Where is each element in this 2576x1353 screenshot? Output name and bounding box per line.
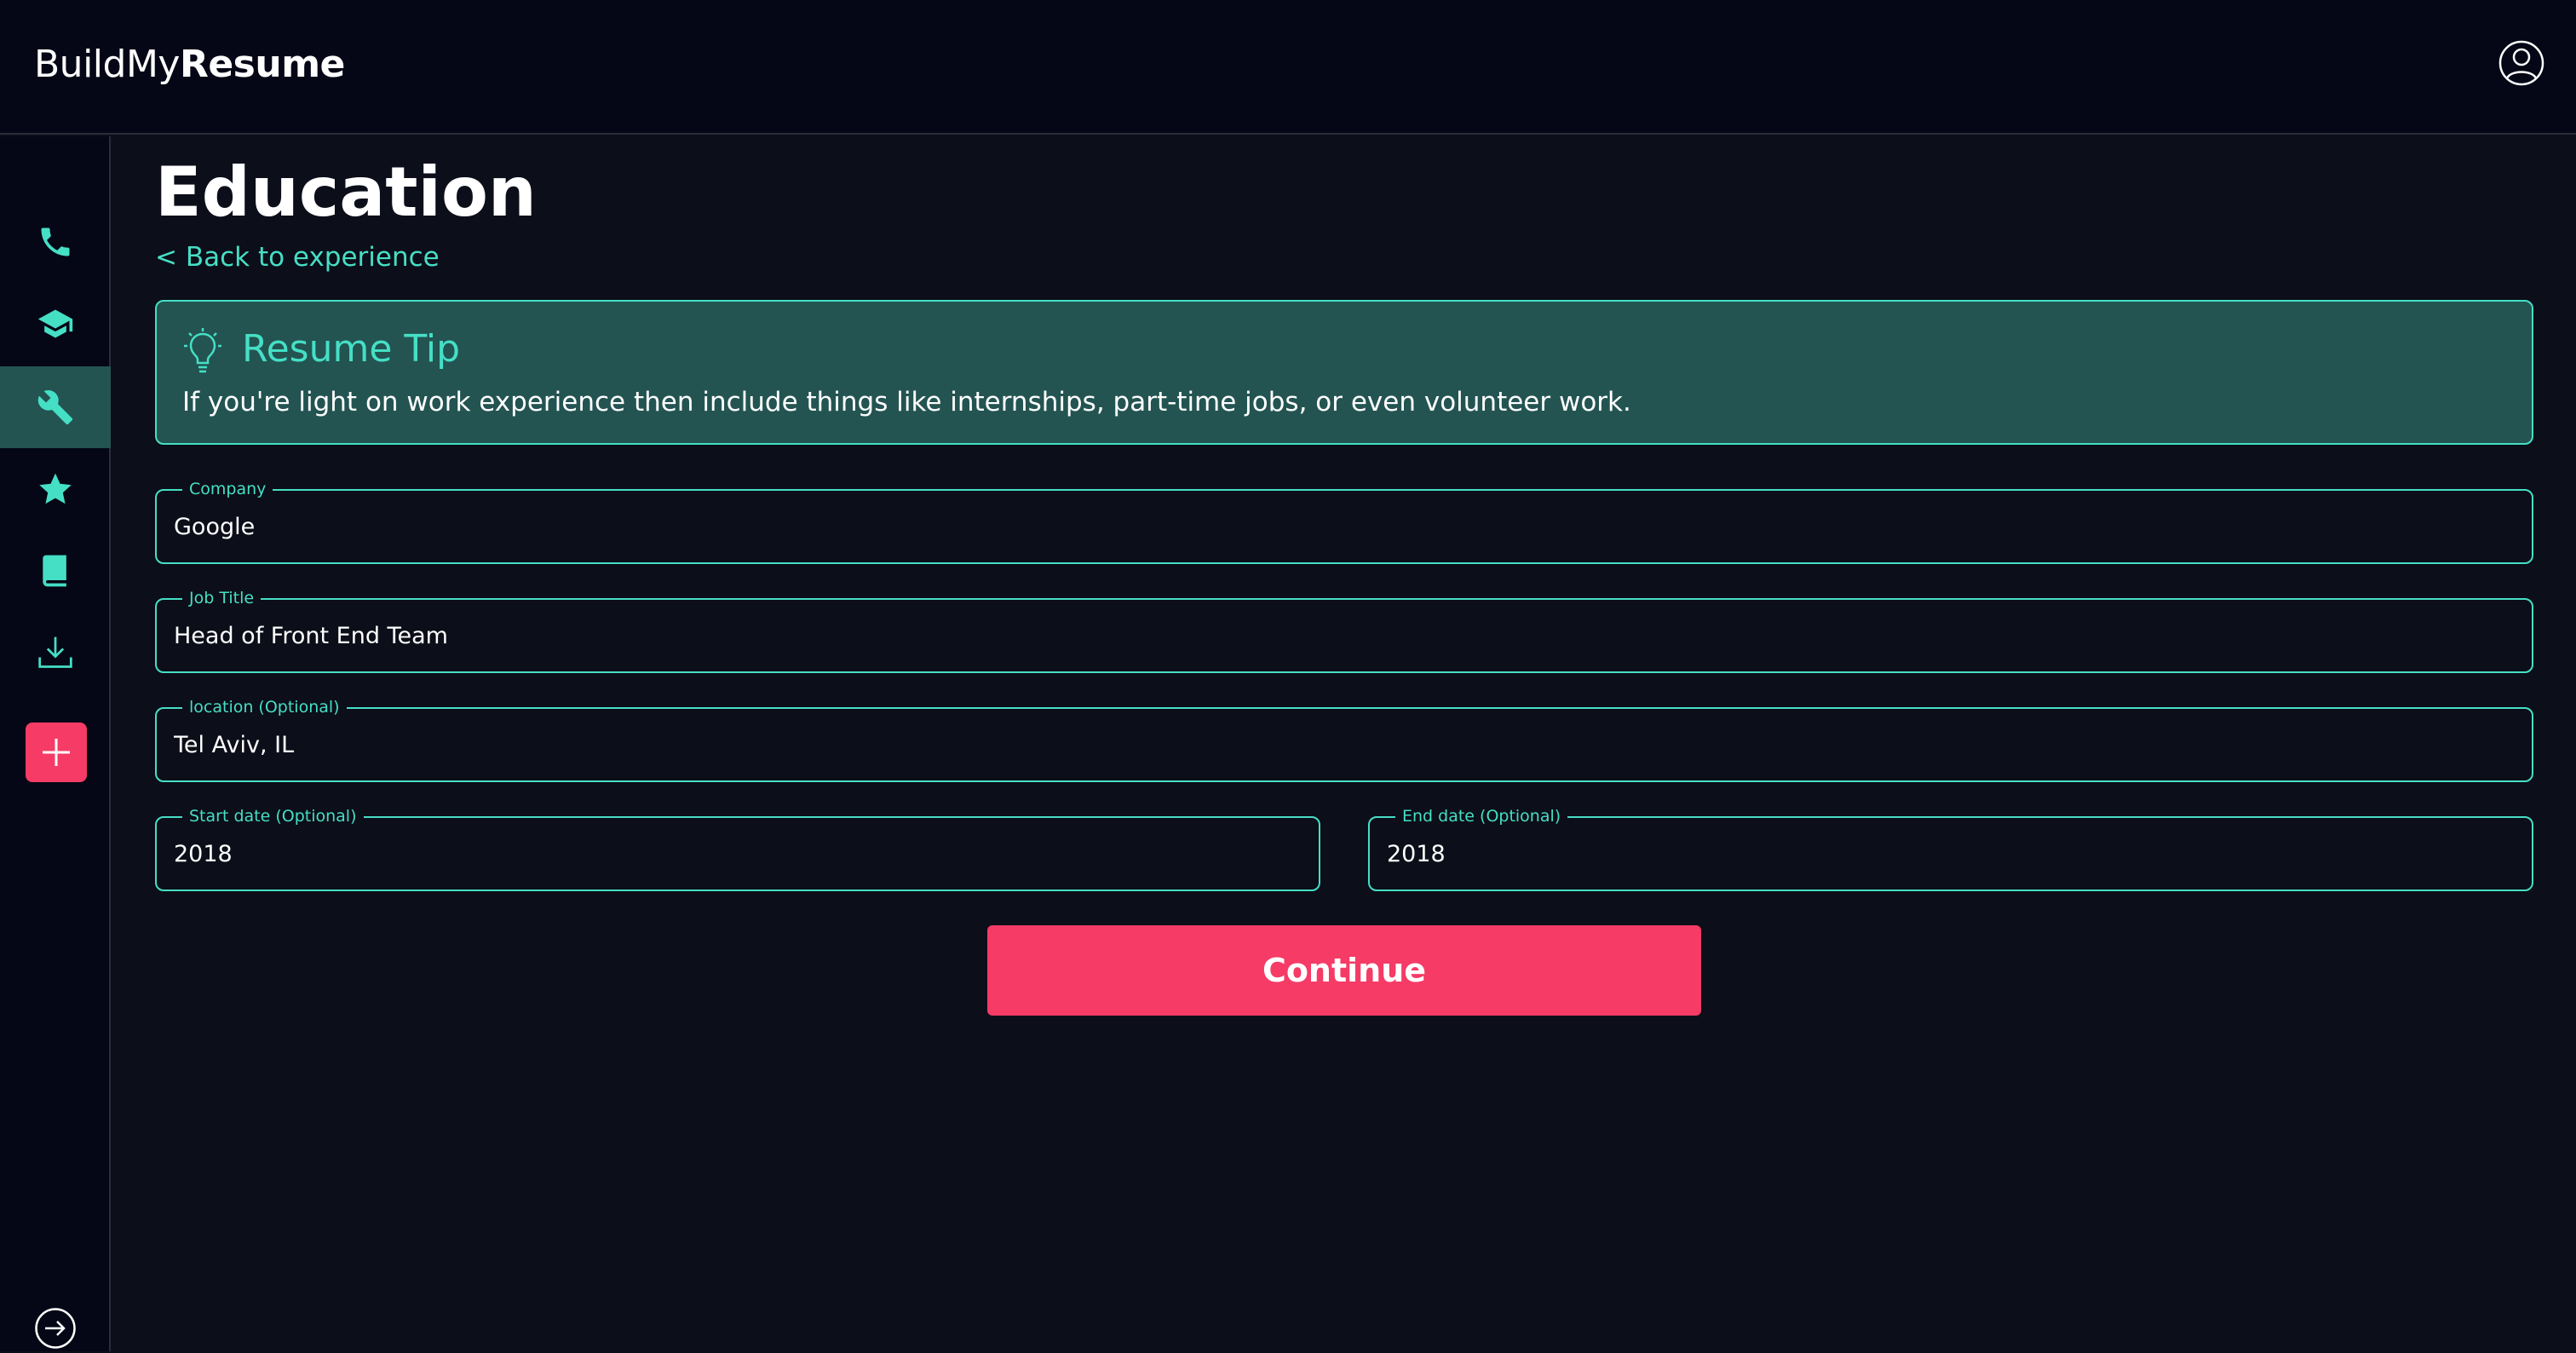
- sidebar-item-summary[interactable]: [0, 530, 111, 612]
- company-input[interactable]: [174, 491, 2515, 562]
- job-title-field: Job Title: [155, 588, 2533, 673]
- sidebar-item-contact[interactable]: [0, 201, 111, 283]
- logout-button[interactable]: [34, 1307, 77, 1350]
- resume-tip-card: Resume Tip If you're light on work exper…: [155, 300, 2533, 445]
- sidebar-item-skills[interactable]: [0, 448, 111, 530]
- app-logo[interactable]: BuildMyResume: [34, 43, 345, 86]
- location-input[interactable]: [174, 709, 2515, 780]
- download-icon: [38, 636, 72, 668]
- graduation-cap-icon: [37, 309, 73, 338]
- sidebar: [0, 136, 111, 1351]
- tip-title: Resume Tip: [242, 327, 461, 371]
- lightbulb-icon: [184, 328, 221, 373]
- job-title-input[interactable]: [174, 600, 2515, 671]
- back-to-experience-link[interactable]: < Back to experience: [155, 242, 440, 273]
- top-header: BuildMyResume: [0, 0, 2576, 135]
- account-button[interactable]: [2498, 39, 2545, 87]
- location-field: location (Optional): [155, 697, 2533, 782]
- start-date-field: Start date (Optional): [155, 806, 1320, 891]
- sidebar-item-education[interactable]: [0, 283, 111, 365]
- continue-button[interactable]: Continue: [987, 925, 1701, 1016]
- logo-text-light: BuildMy: [34, 43, 180, 86]
- wrench-icon: [37, 390, 73, 425]
- user-circle-icon: [2498, 40, 2544, 86]
- sidebar-item-experience[interactable]: [0, 366, 111, 448]
- logo-text-bold: Resume: [179, 43, 345, 86]
- phone-icon: [41, 227, 70, 256]
- page-title: Education: [155, 153, 537, 232]
- company-field: Company: [155, 479, 2533, 564]
- tip-text: If you're light on work experience then …: [182, 387, 1631, 417]
- add-section-button[interactable]: [26, 723, 87, 782]
- book-icon: [43, 555, 66, 587]
- end-date-field: End date (Optional): [1368, 806, 2533, 891]
- sidebar-item-download[interactable]: [0, 612, 111, 694]
- arrow-right-circle-icon: [35, 1308, 76, 1349]
- star-icon: [39, 473, 72, 504]
- end-date-input[interactable]: [1387, 818, 2515, 890]
- start-date-input[interactable]: [174, 818, 1302, 890]
- plus-icon: [43, 739, 70, 766]
